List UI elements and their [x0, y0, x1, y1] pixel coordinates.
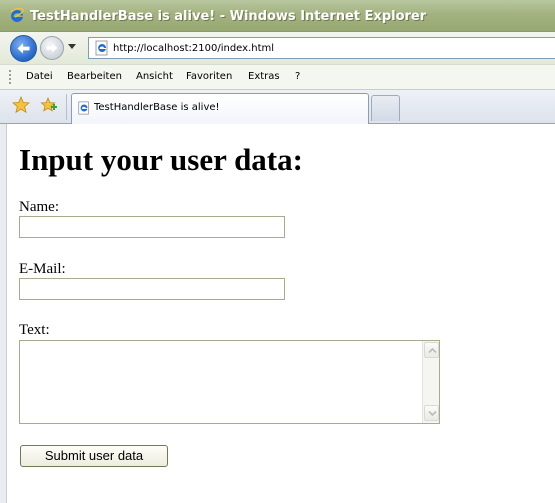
scroll-up-button[interactable] [424, 342, 439, 358]
scroll-down-button[interactable] [424, 405, 439, 421]
page-heading: Input your user data: [19, 142, 303, 177]
back-arrow-icon [17, 43, 30, 54]
text-area-scrollbar[interactable] [422, 341, 439, 423]
back-button[interactable] [10, 35, 37, 62]
window-title: TestHandlerBase is alive! - Windows Inte… [30, 9, 427, 24]
toolbar-grip[interactable] [9, 70, 11, 85]
ie-logo-icon [10, 8, 24, 22]
tab-separator [66, 94, 67, 120]
favorites-star-icon[interactable] [12, 96, 30, 114]
text-area-container [19, 340, 440, 424]
menu-edit[interactable]: Bearbeiten [67, 71, 122, 82]
add-favorite-icon[interactable] [40, 96, 58, 114]
forward-button[interactable] [40, 36, 64, 60]
ie-page-icon [95, 40, 108, 56]
viewport-border [0, 124, 7, 503]
chevron-up-icon [428, 347, 437, 354]
chevron-down-icon [428, 410, 437, 417]
address-bar[interactable] [88, 37, 555, 59]
navigation-bar [0, 32, 555, 64]
window-title-bar[interactable]: TestHandlerBase is alive! - Windows Inte… [0, 0, 555, 32]
ie-page-icon [78, 101, 89, 115]
menu-favorites[interactable]: Favoriten [186, 71, 232, 82]
name-field[interactable] [19, 216, 285, 238]
menu-help[interactable]: ? [295, 71, 300, 82]
name-label: Name: [19, 199, 59, 215]
address-input[interactable] [113, 39, 543, 57]
tab-bar: TestHandlerBase is alive! [0, 90, 555, 124]
email-field[interactable] [19, 278, 285, 300]
text-area[interactable] [20, 341, 423, 423]
text-label: Text: [19, 322, 50, 338]
menu-file[interactable]: Datei [26, 71, 53, 82]
tab-label: TestHandlerBase is alive! [94, 102, 220, 113]
menu-bar: Datei Bearbeiten Ansicht Favoriten Extra… [0, 64, 555, 90]
email-label: E-Mail: [19, 261, 66, 277]
new-tab-button[interactable] [371, 95, 400, 121]
forward-arrow-icon [46, 43, 58, 53]
history-dropdown-icon[interactable] [68, 44, 76, 49]
submit-button[interactable]: Submit user data [20, 445, 168, 467]
menu-view[interactable]: Ansicht [136, 71, 173, 82]
menu-tools[interactable]: Extras [248, 71, 280, 82]
tab-active[interactable]: TestHandlerBase is alive! [71, 93, 369, 124]
